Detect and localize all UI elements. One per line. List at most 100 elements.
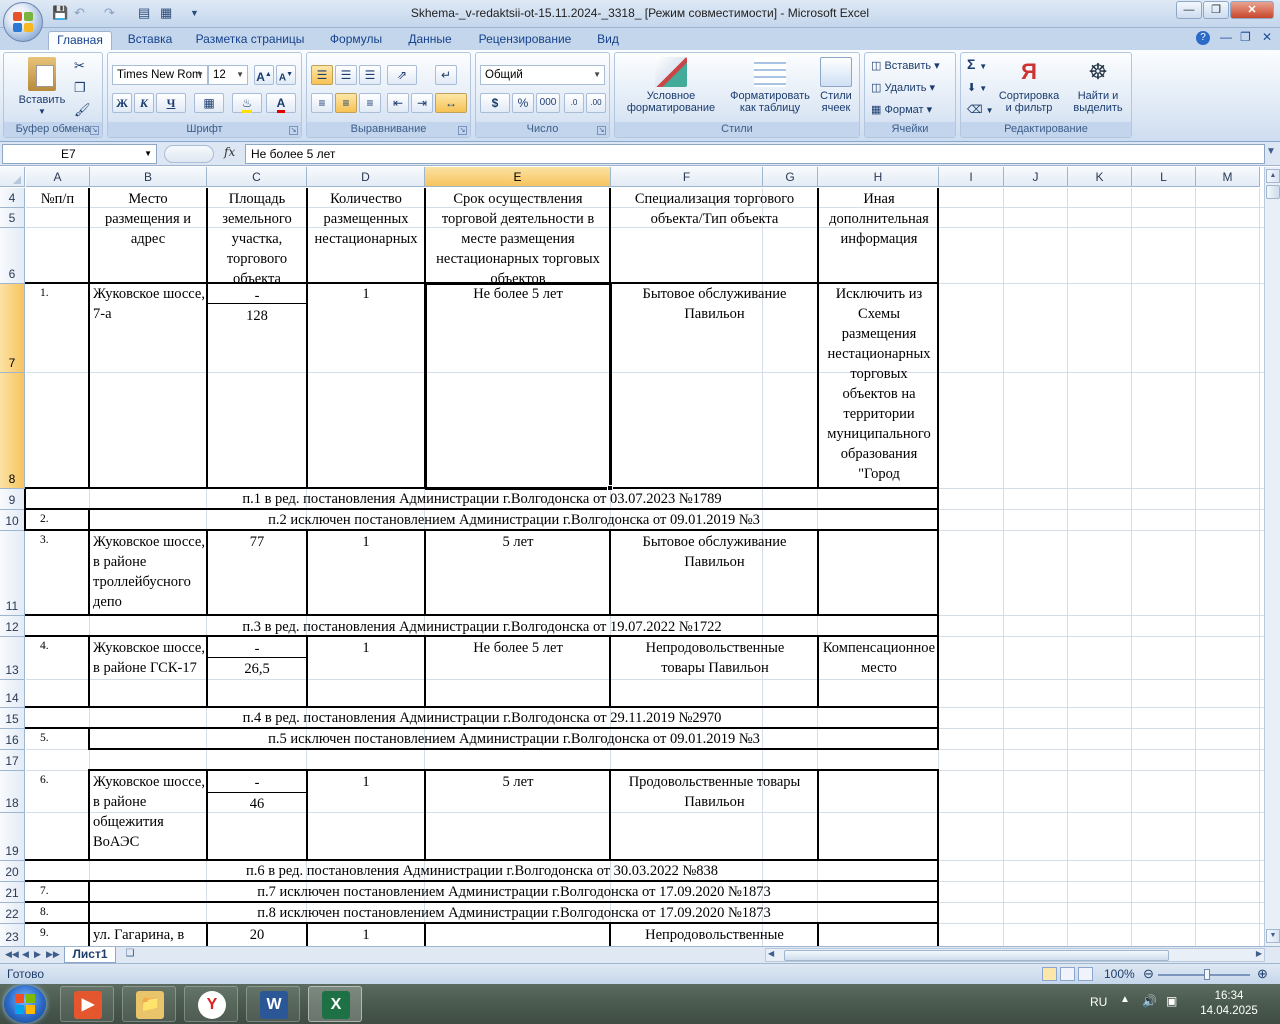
borders-button[interactable]: ▦ xyxy=(194,93,224,113)
vertical-scroll-thumb[interactable] xyxy=(1266,185,1280,199)
alignment-launcher-icon[interactable]: ↘ xyxy=(458,126,467,135)
format-as-table-button[interactable]: Форматировать как таблицу xyxy=(725,57,815,114)
insert-cells-button[interactable]: ◫ Вставить ▾ xyxy=(871,59,940,73)
row-header-14[interactable]: 14 xyxy=(0,680,25,708)
tab-insert[interactable]: Вставка xyxy=(120,31,180,50)
minimize-button[interactable]: — xyxy=(1176,1,1202,19)
column-header-I[interactable]: I xyxy=(939,167,1004,187)
rec4-info[interactable]: Компенсационное место xyxy=(820,638,938,680)
scroll-left-icon[interactable]: ◀ xyxy=(768,949,774,958)
taskbar-excel[interactable]: X xyxy=(308,986,362,1022)
rec4-area[interactable]: 26,5 xyxy=(208,659,306,679)
expand-formula-bar-icon[interactable]: ▼ xyxy=(1266,146,1276,157)
rec3-count[interactable]: 1 xyxy=(308,532,424,552)
header-area[interactable]: Площадь земельного участка, торгового об… xyxy=(208,189,306,285)
header-info[interactable]: Иная дополнительная информация xyxy=(820,189,938,249)
name-box[interactable]: E7 ▼ xyxy=(2,144,157,164)
column-header-M[interactable]: M xyxy=(1196,167,1260,187)
decrease-indent-button[interactable]: ⇤ xyxy=(387,93,409,113)
column-header-J[interactable]: J xyxy=(1004,167,1068,187)
rec6-num[interactable]: 6. xyxy=(38,774,88,787)
font-launcher-icon[interactable]: ↘ xyxy=(289,126,298,135)
rec4-spec[interactable]: Непродовольственные товары Павильон xyxy=(625,638,805,700)
rec6-address[interactable]: Жуковское шоссе, в районе общежития ВоАЭ… xyxy=(91,772,206,856)
worksheet-grid[interactable]: ABCDEFGHIJKLM 4 5 6 7 8 9 10 11 12 13 14 15 16 17 18 19… xyxy=(0,167,1264,946)
number-format-combo[interactable]: Общий ▼ xyxy=(480,65,605,85)
align-top-button[interactable]: ☰ xyxy=(311,65,333,85)
scroll-down-icon[interactable]: ▼ xyxy=(1266,929,1280,943)
rec1-area-top[interactable]: - xyxy=(208,286,306,306)
rec6-area[interactable]: 46 xyxy=(208,794,306,814)
workbook-close-icon[interactable]: ✕ xyxy=(1262,30,1272,44)
taskbar-yandex-browser[interactable]: Y xyxy=(184,986,238,1022)
header-term[interactable]: Срок осуществления торговой деятельности… xyxy=(426,189,610,285)
copy-icon[interactable]: ❐ xyxy=(74,81,86,95)
rec9-spec[interactable]: Непродовольственные xyxy=(612,925,817,945)
rec1-area[interactable]: 128 xyxy=(208,306,306,326)
tab-home[interactable]: Главная xyxy=(48,31,112,50)
rec4-count[interactable]: 1 xyxy=(308,638,424,658)
taskbar-explorer[interactable]: 📁 xyxy=(122,986,176,1022)
rec1-spec[interactable]: Бытовое обслуживание Павильон xyxy=(612,284,817,326)
help-icon[interactable]: ? xyxy=(1196,31,1210,45)
font-color-button[interactable]: A xyxy=(266,93,296,113)
start-button[interactable] xyxy=(4,985,46,1023)
zoom-level[interactable]: 100% xyxy=(1104,967,1135,981)
rec2-num[interactable]: 2. xyxy=(38,513,88,526)
rec6-area-top[interactable]: - xyxy=(208,773,306,793)
clipboard-launcher-icon[interactable]: ↘ xyxy=(90,126,99,135)
undo-icon[interactable]: ↶ xyxy=(74,5,85,21)
decrease-decimal-button[interactable]: .00 xyxy=(586,93,606,113)
percent-button[interactable]: % xyxy=(512,93,534,113)
scroll-up-icon[interactable]: ▲ xyxy=(1266,169,1280,183)
row-header-23[interactable]: 23 xyxy=(0,924,25,946)
conditional-formatting-button[interactable]: Условное форматирование xyxy=(617,57,725,114)
format-cells-button[interactable]: ▦ Формат ▾ xyxy=(871,103,932,117)
tab-page-layout[interactable]: Разметка страницы xyxy=(190,31,310,50)
shrink-font-button[interactable]: A▼ xyxy=(276,65,296,85)
first-sheet-icon[interactable]: ◀◀ xyxy=(5,949,19,960)
row-header-6[interactable]: 6 xyxy=(0,228,25,284)
paste-button[interactable]: Вставить ▼ xyxy=(12,57,72,118)
column-header-K[interactable]: K xyxy=(1068,167,1132,187)
formula-bar-splitter[interactable] xyxy=(164,145,214,163)
column-header-E[interactable]: E xyxy=(425,167,611,187)
header-spec[interactable]: Специализация торгового объекта/Тип объе… xyxy=(612,189,817,249)
rec4-term[interactable]: Не более 5 лет xyxy=(426,638,610,658)
print-preview-icon[interactable]: ▤ xyxy=(138,5,150,21)
rec1-num[interactable]: 1. xyxy=(38,287,88,300)
row-header-17[interactable]: 17 xyxy=(0,750,25,771)
rec7-note[interactable]: п.7 исключен постановлением Администраци… xyxy=(90,882,938,902)
row15-note[interactable]: п.4 в ред. постановления Администрации г… xyxy=(26,708,938,728)
currency-button[interactable]: $ xyxy=(480,93,510,113)
insert-function-icon[interactable]: fx xyxy=(224,145,235,159)
page-break-view-button[interactable] xyxy=(1078,967,1093,981)
rec5-num[interactable]: 5. xyxy=(38,732,88,745)
zoom-in-icon[interactable]: ⊕ xyxy=(1257,966,1268,982)
column-header-B[interactable]: B xyxy=(90,167,207,187)
network-icon[interactable]: ▣ xyxy=(1166,994,1177,1008)
wrap-text-button[interactable]: ↵ xyxy=(435,65,457,85)
page-layout-view-button[interactable] xyxy=(1060,967,1075,981)
formula-input[interactable]: Не более 5 лет xyxy=(245,144,1265,164)
rec3-term[interactable]: 5 лет xyxy=(426,532,610,552)
tab-review[interactable]: Рецензирование xyxy=(472,31,578,50)
fill-handle[interactable] xyxy=(607,485,613,491)
rec3-num[interactable]: 3. xyxy=(38,534,88,547)
align-bottom-button[interactable]: ☰ xyxy=(359,65,381,85)
header-address[interactable]: Место размещения и адрес xyxy=(90,189,206,249)
header-count[interactable]: Количество размещенных нестационарных об… xyxy=(308,189,424,249)
column-header-C[interactable]: C xyxy=(207,167,307,187)
save-icon[interactable]: 💾 xyxy=(52,5,68,21)
taskbar-media-player[interactable]: ▶ xyxy=(60,986,114,1022)
row-header-20[interactable]: 20 xyxy=(0,861,25,882)
increase-decimal-button[interactable]: .0 xyxy=(564,93,584,113)
rec6-count[interactable]: 1 xyxy=(308,772,424,792)
restore-button[interactable]: ❐ xyxy=(1203,1,1229,19)
rec4-area-top[interactable]: - xyxy=(208,639,306,659)
name-box-dropdown-icon[interactable]: ▼ xyxy=(144,145,152,163)
prev-sheet-icon[interactable]: ◀ xyxy=(22,949,29,960)
column-header-D[interactable]: D xyxy=(307,167,425,187)
ribbon-restore-icon[interactable]: ❐ xyxy=(1240,30,1251,44)
row-header-7[interactable]: 7 xyxy=(0,284,25,373)
